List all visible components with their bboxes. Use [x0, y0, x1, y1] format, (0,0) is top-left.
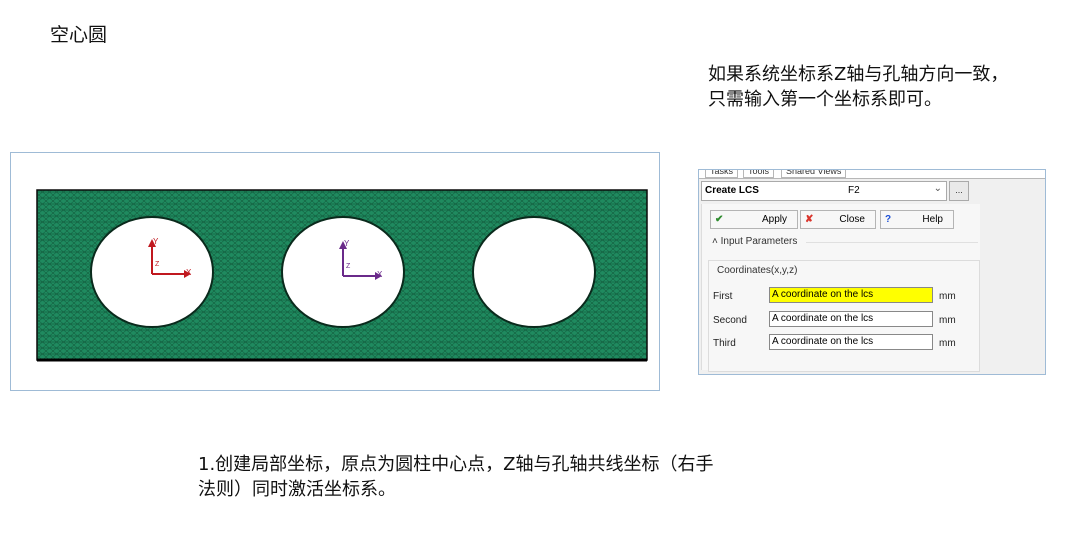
step-line-1: 1.创建局部坐标，原点为圆柱中心点，Z轴与孔轴共线坐标（右手 — [198, 454, 714, 475]
close-icon: ✘ — [805, 214, 814, 225]
note-line-1: 如果系统坐标系Z轴与孔轴方向一致， — [708, 64, 1009, 85]
tab-tools[interactable]: Tools — [743, 170, 775, 178]
chevron-down-icon[interactable]: ⌄ — [934, 183, 942, 194]
axis-x-label-2: X — [377, 270, 383, 279]
third-unit: mm — [939, 338, 956, 349]
group-title: Coordinates(x,y,z) — [717, 265, 798, 276]
second-coordinate-input[interactable] — [769, 311, 933, 327]
tool-shortcut: F2 — [848, 185, 860, 196]
check-icon: ✔ — [715, 214, 724, 225]
chevron-up-icon: ˄ — [712, 236, 718, 247]
step-description: 1.创建局部坐标，原点为圆柱中心点，Z轴与孔轴共线坐标（右手 法则）同时激活坐标… — [198, 452, 838, 502]
note-text: 如果系统坐标系Z轴与孔轴方向一致， 只需输入第一个坐标系即可。 — [708, 62, 1068, 112]
apply-button[interactable]: ✔ Apply — [710, 210, 798, 229]
create-lcs-panel: Tasks Tools Shared Views Create LCS F2 ⌄… — [698, 169, 1046, 375]
section-label: Input Parameters — [720, 236, 798, 247]
first-label: First — [713, 291, 733, 302]
section-divider — [806, 242, 978, 243]
tab-tasks[interactable]: Tasks — [705, 170, 739, 178]
step-line-2: 法则）同时激活坐标系。 — [198, 479, 396, 500]
input-parameters-header[interactable]: ˄ Input Parameters — [712, 236, 797, 247]
more-button[interactable]: ... — [949, 181, 969, 201]
panel-body: ✔ Apply ✘ Close ? Help ˄ Input Parameter… — [701, 204, 980, 372]
tab-shared-views[interactable]: Shared Views — [781, 170, 847, 178]
help-label: Help — [922, 214, 943, 225]
axis-z-label-2: Z — [346, 263, 351, 270]
close-label: Close — [839, 214, 865, 225]
help-icon: ? — [885, 214, 892, 225]
help-button[interactable]: ? Help — [880, 210, 954, 229]
tool-name: Create LCS — [705, 185, 759, 196]
axis-y-label: Y — [153, 237, 159, 246]
mesh-plate-graphic: X Y Z X Y Z — [36, 189, 648, 362]
axis-y-label-2: Y — [344, 239, 350, 248]
second-unit: mm — [939, 315, 956, 326]
hole-3 — [472, 216, 596, 328]
close-button[interactable]: ✘ Close — [800, 210, 876, 229]
panel-tabs: Tasks Tools Shared Views — [699, 170, 1045, 179]
note-line-2: 只需输入第一个坐标系即可。 — [708, 89, 942, 110]
third-label: Third — [713, 338, 736, 349]
coordinates-group: Coordinates(x,y,z) First mm Second mm Th… — [708, 260, 980, 372]
apply-label: Apply — [761, 214, 787, 225]
mesh-viewport[interactable]: X Y Z X Y Z — [10, 152, 660, 391]
first-coordinate-input[interactable] — [769, 287, 933, 303]
axis-z-label: Z — [155, 261, 160, 268]
axis-x-label: X — [186, 268, 192, 277]
third-coordinate-input[interactable] — [769, 334, 933, 350]
first-unit: mm — [939, 291, 956, 302]
second-label: Second — [713, 315, 747, 326]
page-title: 空心圆 — [50, 24, 108, 46]
tool-select[interactable]: Create LCS F2 ⌄ — [701, 181, 947, 201]
